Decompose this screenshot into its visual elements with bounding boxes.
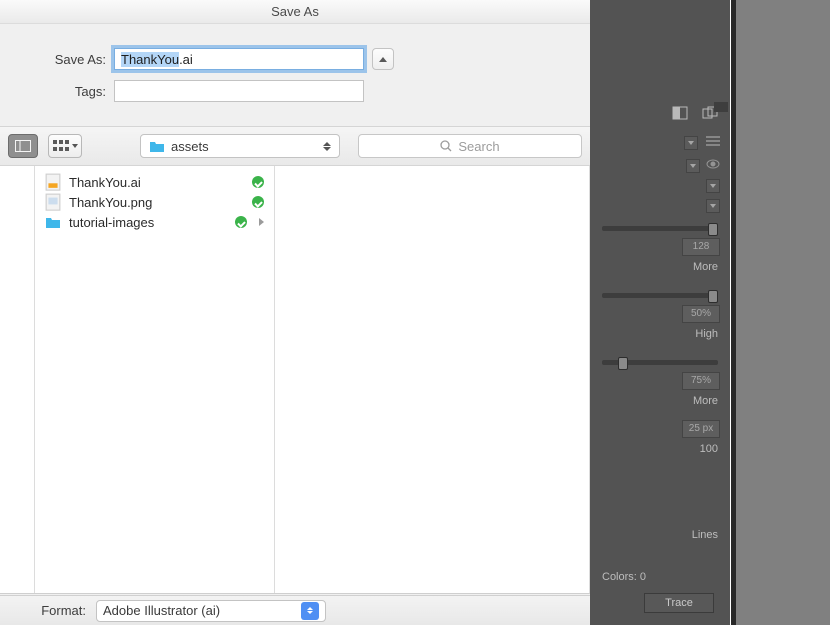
threshold-value[interactable]: 128 <box>682 238 720 256</box>
pct-value[interactable]: 50% <box>682 305 720 323</box>
view-mode-button[interactable] <box>48 134 82 158</box>
file-list-column[interactable]: ThankYou.ai ThankYou.png tutorial-images <box>35 166 275 593</box>
search-input[interactable]: Search <box>358 134 582 158</box>
format-select[interactable]: Adobe Illustrator (ai) <box>96 600 326 622</box>
dialog-title: Save As <box>0 0 590 24</box>
search-icon <box>440 140 452 152</box>
panel-dropdown-2[interactable] <box>686 159 700 173</box>
threshold-slider[interactable] <box>602 226 718 231</box>
save-as-dialog: Save As Save As: Tags: <box>0 0 590 625</box>
pct2-value[interactable]: 75% <box>682 372 720 390</box>
format-row: Format: Adobe Illustrator (ai) <box>0 595 590 625</box>
sync-badge-icon <box>252 196 264 208</box>
panel-dropdown-4[interactable] <box>706 199 720 213</box>
file-icon <box>45 194 61 210</box>
app-panel: 128 More 50% High 75% More 25 px 100 Lin… <box>590 0 730 625</box>
file-row[interactable]: ThankYou.ai <box>35 172 274 192</box>
dialog-toolbar: assets Search <box>0 126 590 166</box>
pct-label: High <box>590 326 730 350</box>
updown-icon <box>301 602 319 620</box>
format-label: Format: <box>28 603 86 618</box>
threshold-label: More <box>590 259 730 283</box>
panel-dropdown-3[interactable] <box>706 179 720 193</box>
file-browser: ThankYou.ai ThankYou.png tutorial-images <box>0 166 590 594</box>
sync-badge-icon <box>235 216 247 228</box>
folder-select[interactable]: assets <box>140 134 340 158</box>
finder-sidebar-column[interactable] <box>0 166 35 593</box>
pct2-label: More <box>590 393 730 417</box>
panel-icon-row <box>590 100 730 133</box>
folder-name: assets <box>171 139 317 154</box>
file-icon <box>45 174 61 190</box>
list-icon[interactable] <box>706 135 720 150</box>
pct-slider[interactable] <box>602 293 718 298</box>
panel-flyout-icon[interactable] <box>714 102 728 112</box>
contrast-icon[interactable] <box>672 106 688 123</box>
panel-lines-label: Lines <box>590 525 730 541</box>
file-name: ThankYou.ai <box>69 175 244 190</box>
file-row[interactable]: ThankYou.png <box>35 192 274 212</box>
tags-input[interactable] <box>114 80 364 102</box>
format-value: Adobe Illustrator (ai) <box>103 603 220 618</box>
folder-icon <box>149 140 165 153</box>
panel-dropdown-1[interactable] <box>684 136 698 150</box>
pct2-slider[interactable] <box>602 360 718 365</box>
sidebar-toggle-button[interactable] <box>8 134 38 158</box>
filename-input[interactable] <box>114 48 364 70</box>
chevron-down-icon <box>72 144 78 148</box>
trace-button[interactable]: Trace <box>644 593 714 613</box>
panel-colors-label: Colors: 0 <box>590 567 730 583</box>
canvas-area <box>736 0 830 625</box>
expand-collapse-button[interactable] <box>372 48 394 70</box>
updown-icon <box>323 142 331 151</box>
file-name: ThankYou.png <box>69 195 244 210</box>
save-as-label: Save As: <box>48 52 106 67</box>
chevron-right-icon <box>259 218 264 226</box>
eye-icon[interactable] <box>700 159 720 173</box>
file-name: tutorial-images <box>69 215 227 230</box>
px-value[interactable]: 25 px <box>682 420 720 438</box>
search-placeholder: Search <box>458 139 499 154</box>
folder-icon <box>45 214 61 230</box>
sync-badge-icon <box>252 176 264 188</box>
file-row[interactable]: tutorial-images <box>35 212 274 232</box>
px-label: 100 <box>590 441 730 465</box>
tags-label: Tags: <box>48 84 106 99</box>
detail-column <box>275 166 590 593</box>
